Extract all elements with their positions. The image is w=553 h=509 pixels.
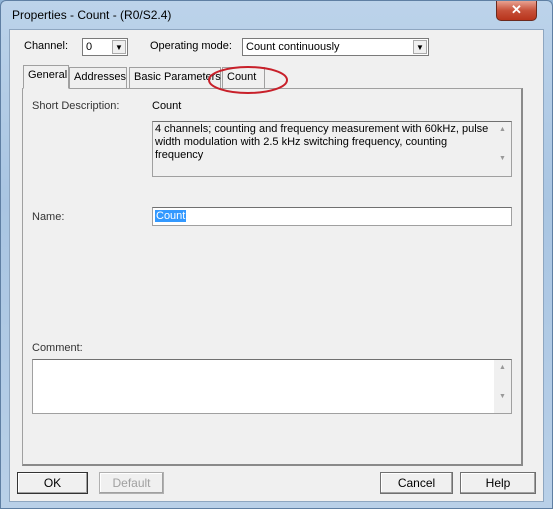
operating-mode-select[interactable]: Count continuously ▼ xyxy=(242,38,429,56)
comment-textarea[interactable]: ▲ ▼ xyxy=(32,359,512,414)
channel-label: Channel: xyxy=(24,40,69,52)
name-input[interactable]: Count xyxy=(152,207,512,226)
tab-addresses[interactable]: Addresses xyxy=(69,67,127,88)
window-title: Properties - Count - (R0/S2.4) xyxy=(12,8,172,22)
scrollbar[interactable]: ▲ ▼ xyxy=(494,122,511,176)
close-icon[interactable]: ✕ xyxy=(496,1,537,21)
scrollbar[interactable]: ▲ ▼ xyxy=(494,360,511,413)
channel-value: 0 xyxy=(86,41,93,53)
tab-general[interactable]: General xyxy=(23,65,69,89)
comment-label: Comment: xyxy=(32,342,83,354)
description-text: 4 channels; counting and frequency measu… xyxy=(155,123,489,161)
operating-mode-label: Operating mode: xyxy=(150,40,232,52)
chevron-down-icon[interactable]: ▼ xyxy=(413,40,427,54)
comment-value xyxy=(33,360,511,364)
name-label: Name: xyxy=(32,211,65,223)
chevron-down-icon[interactable]: ▼ xyxy=(112,40,126,54)
name-value: Count xyxy=(155,210,187,222)
channel-select[interactable]: 0 ▼ xyxy=(82,38,128,56)
short-description-value: Count xyxy=(152,100,182,112)
description-textarea[interactable]: 4 channels; counting and frequency measu… xyxy=(152,121,512,177)
operating-mode-value: Count continuously xyxy=(246,41,340,53)
highlight-circle xyxy=(208,66,288,94)
short-description-label: Short Description: xyxy=(32,100,120,112)
help-button[interactable]: Help xyxy=(460,472,536,494)
ok-button[interactable]: OK xyxy=(17,472,88,494)
cancel-button[interactable]: Cancel xyxy=(380,472,453,494)
default-button[interactable]: Default xyxy=(99,472,164,494)
